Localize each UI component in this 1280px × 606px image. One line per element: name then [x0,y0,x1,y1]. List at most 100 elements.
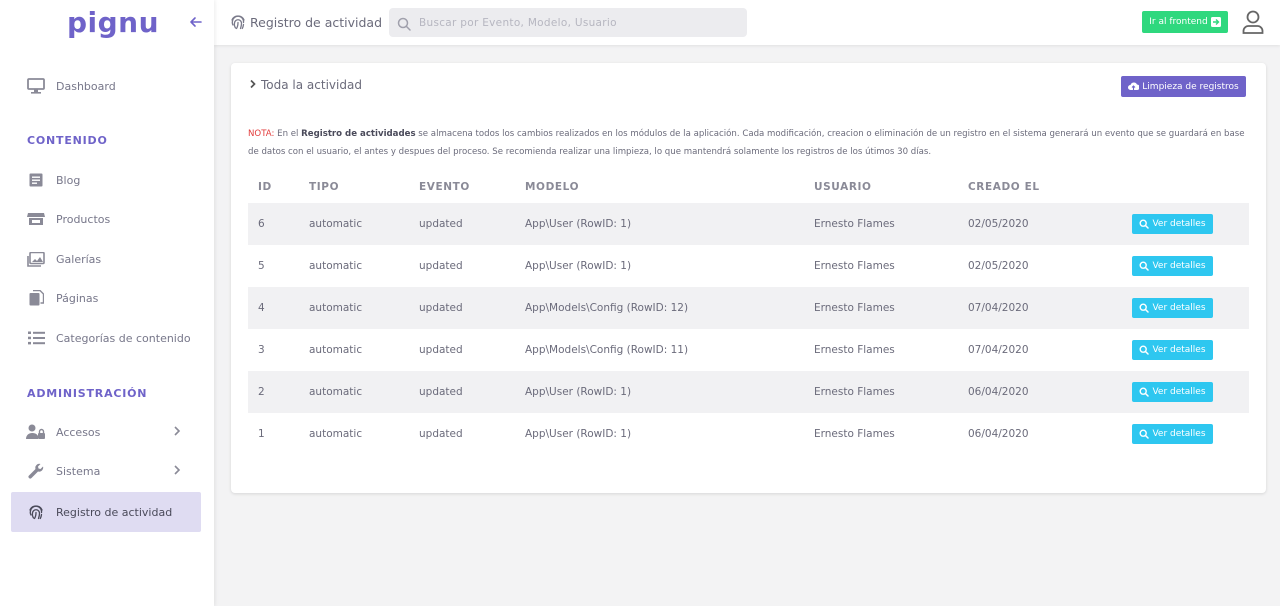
sidebar-item-label: Páginas [56,291,99,305]
cell-model: App\Models\Config (RowID: 12) [525,302,689,314]
cell-user: Ernesto Flames [814,260,895,272]
column-header-model[interactable]: MODELO [515,171,804,203]
go-to-frontend-label: Ir al frontend [1149,17,1208,27]
search-input[interactable] [419,16,739,29]
column-header-id[interactable]: ID [248,171,299,203]
cell-model: App\User (RowID: 1) [525,218,632,230]
cell-actions: Ver detalles [1122,245,1249,287]
cell-type: automatic [309,344,363,356]
activity-card: Toda la actividad Limpieza de registros … [231,63,1266,493]
go-to-frontend-button[interactable]: Ir al frontend [1142,11,1228,33]
search-icon [1139,261,1150,271]
cell-event: updated [419,218,463,230]
cell-actions: Ver detalles [1122,371,1249,413]
cell-event: updated [419,344,463,356]
sidebar-item-label: Dashboard [56,79,116,93]
cell-created: 06/04/2020 [968,428,1029,440]
collapse-sidebar-button[interactable] [186,14,206,34]
view-details-label: Ver detalles [1152,345,1206,355]
sidebar-item-pages[interactable]: Páginas [11,278,201,318]
table-row: 4 automatic updated App\Models\Config (R… [248,287,1249,329]
search-icon [1139,303,1150,313]
cell-type: automatic [309,218,363,230]
chevron-right-icon [173,464,181,478]
monitor-icon [26,77,46,95]
view-details-label: Ver detalles [1152,219,1206,229]
pages-icon [26,289,46,307]
sidebar-item-access[interactable]: Accesos [11,412,201,452]
view-details-button[interactable]: Ver detalles [1132,298,1213,318]
fingerprint-icon [230,14,246,30]
cell-type: automatic [309,386,363,398]
sidebar-item-activity-log[interactable]: Registro de actividad [11,492,201,532]
cell-model: App\User (RowID: 1) [525,386,632,398]
wrench-icon [26,462,46,480]
cell-id: 6 [258,218,265,230]
blog-icon [26,171,46,189]
sidebar-item-label: Galerías [56,252,102,266]
cell-created: 07/04/2020 [968,302,1029,314]
sidebar-item-label: Registro de actividad [56,505,173,519]
app-logo[interactable]: pignu [67,6,159,39]
view-details-button[interactable]: Ver detalles [1132,256,1213,276]
images-icon [26,250,46,268]
section-title-content: CONTENIDO [27,134,108,147]
sidebar-item-blog[interactable]: Blog [11,160,201,200]
column-header-created[interactable]: CREADO EL [958,171,1122,203]
cell-created: 07/04/2020 [968,344,1029,356]
cell-type: automatic [309,260,363,272]
view-details-label: Ver detalles [1152,429,1206,439]
sidebar-item-categories[interactable]: Categorías de contenido [11,318,201,358]
table-row: 2 automatic updated App\User (RowID: 1) … [248,371,1249,413]
info-note: NOTA: En el Registro de actividades se a… [248,125,1248,161]
card-title-text: Toda la actividad [261,78,362,92]
table-row: 5 automatic updated App\User (RowID: 1) … [248,245,1249,287]
sidebar-item-galleries[interactable]: Galerías [11,239,201,279]
store-icon [26,210,46,228]
view-details-button[interactable]: Ver detalles [1132,340,1213,360]
column-header-event[interactable]: EVENTO [409,171,515,203]
user-lock-icon [26,423,46,441]
view-details-button[interactable]: Ver detalles [1132,214,1213,234]
cell-id: 3 [258,344,265,356]
cell-event: updated [419,386,463,398]
fingerprint-icon [26,503,46,521]
view-details-button[interactable]: Ver detalles [1132,424,1213,444]
cloud-upload-icon [1128,81,1141,92]
search-icon [1139,219,1150,229]
page-title-text: Registro de actividad [250,14,383,30]
cell-id: 1 [258,428,265,440]
user-menu-icon[interactable] [1242,10,1264,34]
sidebar-item-label: Accesos [56,425,101,439]
cell-user: Ernesto Flames [814,386,895,398]
column-header-type[interactable]: TIPO [299,171,409,203]
sidebar-item-label: Blog [56,173,81,187]
section-title-admin: ADMINISTRACIÓN [27,387,148,400]
cell-id: 5 [258,260,265,272]
view-details-button[interactable]: Ver detalles [1132,382,1213,402]
cell-user: Ernesto Flames [814,428,895,440]
sidebar-item-products[interactable]: Productos [11,199,201,239]
sidebar-item-dashboard[interactable]: Dashboard [11,66,201,106]
cell-created: 02/05/2020 [968,260,1029,272]
note-bold: Registro de actividades [301,129,416,139]
search-icon [1139,345,1150,355]
card-title: Toda la actividad [249,78,362,92]
search-icon [397,16,411,31]
column-header-user[interactable]: USUARIO [804,171,958,203]
arrow-right-icon [1210,17,1221,27]
arrow-left-icon [190,17,202,27]
cell-model: App\User (RowID: 1) [525,260,632,272]
note-prefix: NOTA: [248,129,275,139]
cell-model: App\Models\Config (RowID: 11) [525,344,689,356]
search-box [389,8,747,37]
cell-event: updated [419,428,463,440]
cell-user: Ernesto Flames [814,344,895,356]
table-row: 1 automatic updated App\User (RowID: 1) … [248,413,1249,455]
clean-logs-button[interactable]: Limpieza de registros [1121,76,1246,97]
table-header-row: ID TIPO EVENTO MODELO USUARIO CREADO EL [248,171,1249,203]
sidebar-item-system[interactable]: Sistema [11,451,201,491]
topbar: Registro de actividad Ir al frontend [214,0,1280,45]
clean-logs-label: Limpieza de registros [1142,81,1239,92]
view-details-label: Ver detalles [1152,303,1206,313]
